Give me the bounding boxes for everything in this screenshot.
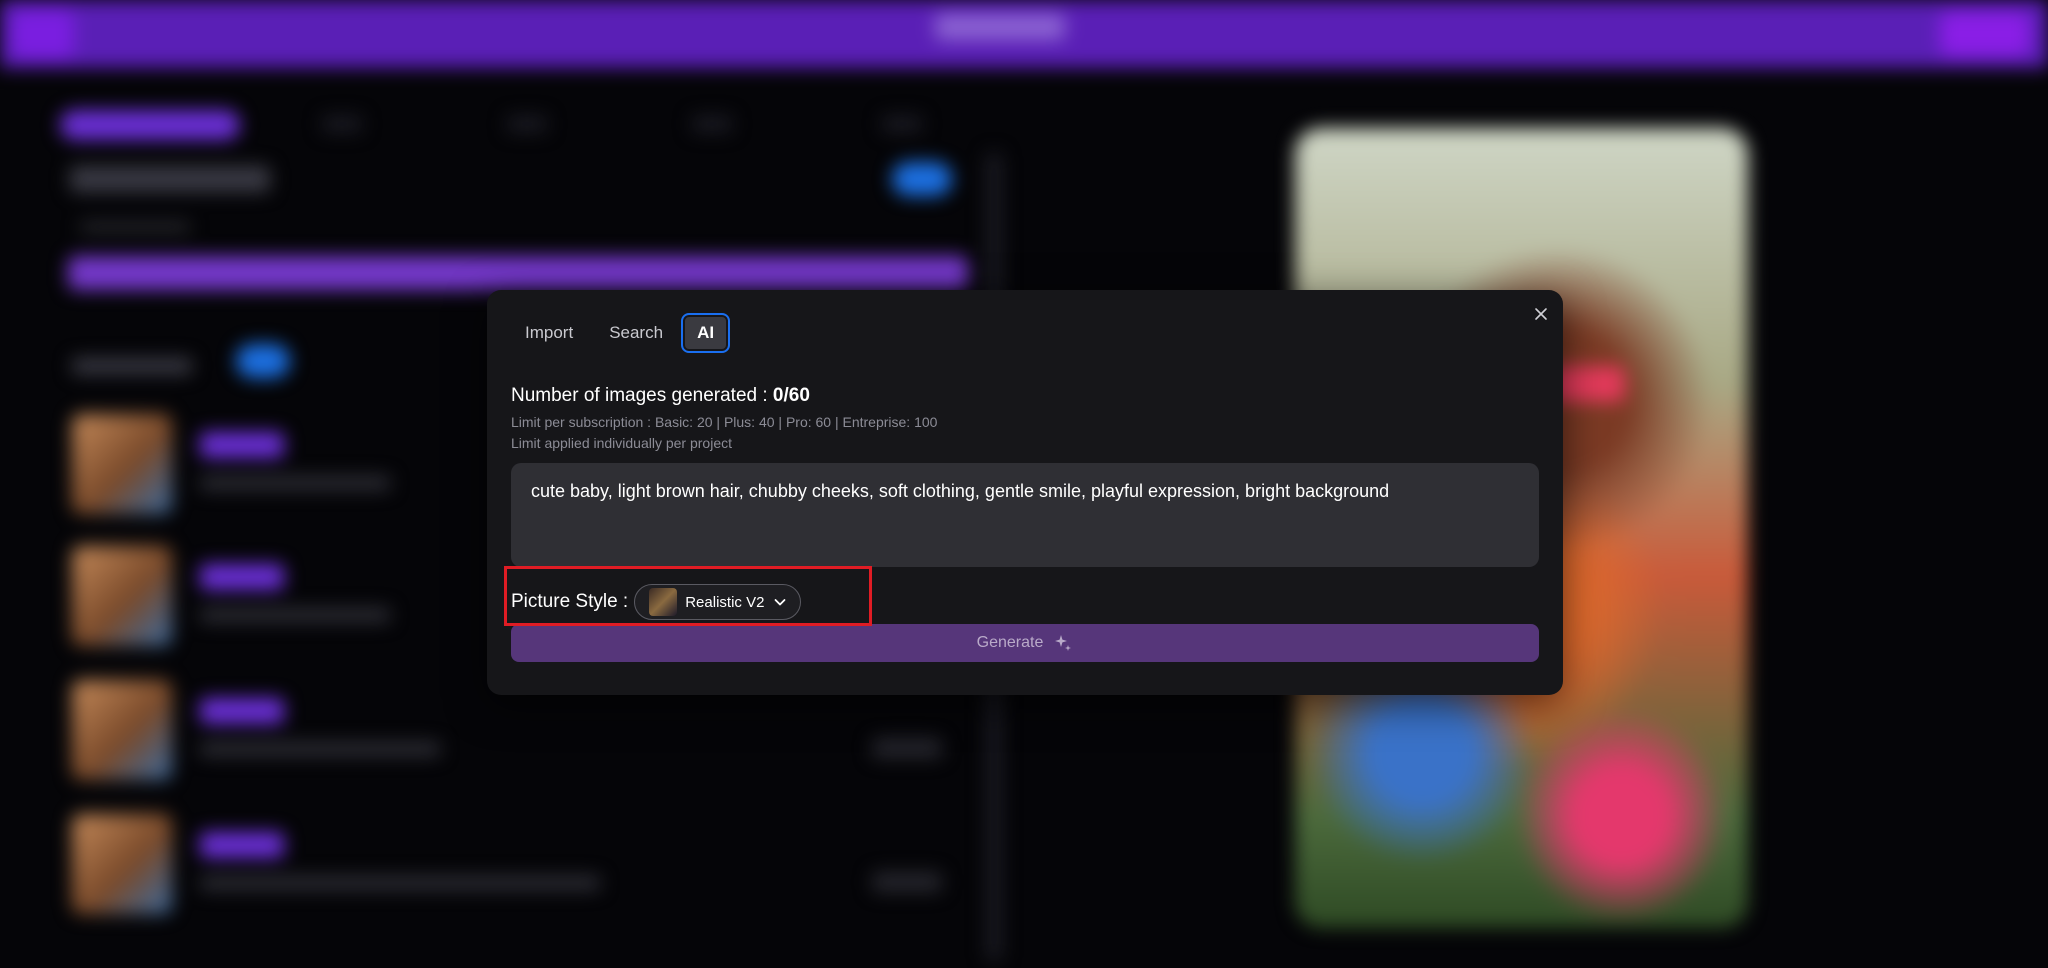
top-bar-button bbox=[1940, 12, 2030, 56]
left-panel-label bbox=[72, 358, 192, 374]
list-item-thumbnail bbox=[72, 680, 172, 780]
images-generated-count: Number of images generated : 0/60 bbox=[511, 385, 810, 407]
tab-import[interactable]: Import bbox=[507, 313, 591, 353]
top-bar bbox=[0, 0, 2048, 68]
left-panel-bar bbox=[68, 256, 968, 290]
highlight-box bbox=[504, 566, 872, 626]
tab-ai[interactable]: AI bbox=[681, 313, 731, 353]
left-panel-tab bbox=[692, 116, 732, 132]
list-item-tag bbox=[200, 564, 284, 590]
list-item-text bbox=[200, 742, 440, 756]
left-panel-subtext bbox=[80, 222, 190, 232]
list-item bbox=[72, 814, 982, 922]
list-item-thumbnail bbox=[72, 414, 172, 514]
left-panel-tab bbox=[882, 116, 922, 132]
left-panel-toggle-2 bbox=[236, 344, 290, 378]
left-panel-tab bbox=[322, 116, 362, 132]
project-limit-note: Limit applied individually per project bbox=[511, 435, 733, 451]
left-panel-heading bbox=[70, 166, 270, 192]
image-source-modal: Import Search AI Number of images genera… bbox=[487, 290, 1563, 695]
prompt-input[interactable] bbox=[511, 463, 1539, 567]
list-item-text bbox=[200, 876, 600, 890]
list-item-text bbox=[200, 476, 390, 490]
top-bar-title bbox=[935, 14, 1065, 40]
close-button[interactable] bbox=[1529, 302, 1553, 326]
count-label: Number of images generated : bbox=[511, 385, 773, 406]
generate-button[interactable]: Generate bbox=[511, 624, 1539, 662]
app-logo bbox=[12, 10, 74, 58]
list-item-action bbox=[872, 872, 942, 892]
list-item-thumbnail bbox=[72, 546, 172, 646]
left-panel-toggle bbox=[892, 162, 952, 196]
tab-search[interactable]: Search bbox=[591, 313, 681, 353]
left-panel-tab bbox=[507, 116, 547, 132]
subscription-limit-text: Limit per subscription : Basic: 20 | Plu… bbox=[511, 414, 938, 430]
list-item-tag bbox=[200, 832, 284, 858]
sparkle-icon bbox=[1055, 635, 1072, 651]
count-value: 0/60 bbox=[772, 385, 810, 406]
left-panel-tab-active bbox=[60, 110, 240, 140]
list-item-text bbox=[200, 608, 390, 622]
list-item-tag bbox=[200, 432, 284, 458]
list-item bbox=[72, 680, 982, 788]
list-item-tag bbox=[200, 698, 284, 724]
list-item-action bbox=[872, 738, 942, 758]
list-item-thumbnail bbox=[72, 814, 172, 914]
generate-label: Generate bbox=[976, 634, 1044, 651]
source-tabs: Import Search AI bbox=[507, 310, 731, 356]
close-icon bbox=[1535, 308, 1547, 320]
